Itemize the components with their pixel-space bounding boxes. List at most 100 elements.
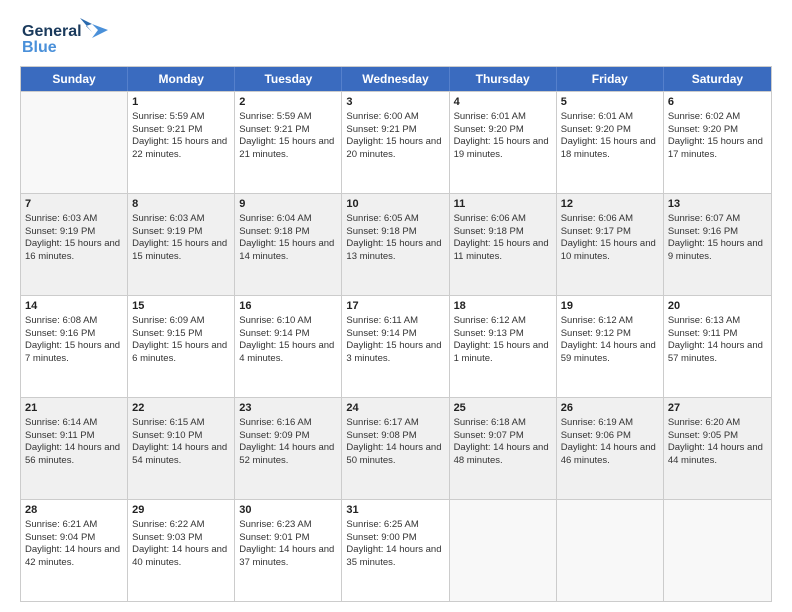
sunrise-text: Sunrise: 6:18 AM <box>454 417 552 430</box>
calendar-cell: 30Sunrise: 6:23 AMSunset: 9:01 PMDayligh… <box>235 500 342 601</box>
sunset-text: Sunset: 9:10 PM <box>132 430 230 443</box>
day-number: 31 <box>346 503 444 518</box>
sunset-text: Sunset: 9:01 PM <box>239 532 337 545</box>
daylight-text: Daylight: 14 hours and 46 minutes. <box>561 442 659 468</box>
sunset-text: Sunset: 9:18 PM <box>454 226 552 239</box>
daylight-text: Daylight: 14 hours and 52 minutes. <box>239 442 337 468</box>
calendar-week-row: 1Sunrise: 5:59 AMSunset: 9:21 PMDaylight… <box>21 91 771 193</box>
calendar-cell: 17Sunrise: 6:11 AMSunset: 9:14 PMDayligh… <box>342 296 449 397</box>
sunset-text: Sunset: 9:00 PM <box>346 532 444 545</box>
sunset-text: Sunset: 9:19 PM <box>132 226 230 239</box>
day-number: 30 <box>239 503 337 518</box>
day-number: 13 <box>668 197 767 212</box>
calendar-cell: 28Sunrise: 6:21 AMSunset: 9:04 PMDayligh… <box>21 500 128 601</box>
calendar-week-row: 21Sunrise: 6:14 AMSunset: 9:11 PMDayligh… <box>21 397 771 499</box>
sunrise-text: Sunrise: 6:04 AM <box>239 213 337 226</box>
day-number: 24 <box>346 401 444 416</box>
calendar-cell: 18Sunrise: 6:12 AMSunset: 9:13 PMDayligh… <box>450 296 557 397</box>
logo: General Blue <box>20 16 110 60</box>
sunrise-text: Sunrise: 6:21 AM <box>25 519 123 532</box>
calendar-cell: 15Sunrise: 6:09 AMSunset: 9:15 PMDayligh… <box>128 296 235 397</box>
day-number: 19 <box>561 299 659 314</box>
sunrise-text: Sunrise: 6:06 AM <box>561 213 659 226</box>
day-number: 9 <box>239 197 337 212</box>
daylight-text: Daylight: 14 hours and 50 minutes. <box>346 442 444 468</box>
sunset-text: Sunset: 9:21 PM <box>346 124 444 137</box>
sunrise-text: Sunrise: 6:17 AM <box>346 417 444 430</box>
sunset-text: Sunset: 9:04 PM <box>25 532 123 545</box>
day-number: 12 <box>561 197 659 212</box>
daylight-text: Daylight: 15 hours and 16 minutes. <box>25 238 123 264</box>
day-number: 27 <box>668 401 767 416</box>
sunrise-text: Sunrise: 6:05 AM <box>346 213 444 226</box>
sunrise-text: Sunrise: 6:13 AM <box>668 315 767 328</box>
sunrise-text: Sunrise: 6:00 AM <box>346 111 444 124</box>
calendar-cell: 12Sunrise: 6:06 AMSunset: 9:17 PMDayligh… <box>557 194 664 295</box>
daylight-text: Daylight: 15 hours and 10 minutes. <box>561 238 659 264</box>
calendar-cell <box>557 500 664 601</box>
calendar-cell: 5Sunrise: 6:01 AMSunset: 9:20 PMDaylight… <box>557 92 664 193</box>
daylight-text: Daylight: 14 hours and 37 minutes. <box>239 544 337 570</box>
calendar-cell: 29Sunrise: 6:22 AMSunset: 9:03 PMDayligh… <box>128 500 235 601</box>
calendar-cell: 1Sunrise: 5:59 AMSunset: 9:21 PMDaylight… <box>128 92 235 193</box>
daylight-text: Daylight: 14 hours and 40 minutes. <box>132 544 230 570</box>
day-number: 25 <box>454 401 552 416</box>
day-number: 11 <box>454 197 552 212</box>
day-number: 14 <box>25 299 123 314</box>
sunrise-text: Sunrise: 6:01 AM <box>454 111 552 124</box>
calendar-body: 1Sunrise: 5:59 AMSunset: 9:21 PMDaylight… <box>21 91 771 601</box>
sunrise-text: Sunrise: 6:03 AM <box>132 213 230 226</box>
sunrise-text: Sunrise: 5:59 AM <box>239 111 337 124</box>
sunset-text: Sunset: 9:08 PM <box>346 430 444 443</box>
sunrise-text: Sunrise: 6:23 AM <box>239 519 337 532</box>
day-number: 6 <box>668 95 767 110</box>
calendar-cell: 24Sunrise: 6:17 AMSunset: 9:08 PMDayligh… <box>342 398 449 499</box>
sunset-text: Sunset: 9:18 PM <box>346 226 444 239</box>
calendar-cell: 26Sunrise: 6:19 AMSunset: 9:06 PMDayligh… <box>557 398 664 499</box>
calendar-cell: 19Sunrise: 6:12 AMSunset: 9:12 PMDayligh… <box>557 296 664 397</box>
svg-text:Blue: Blue <box>22 39 57 56</box>
calendar-cell <box>664 500 771 601</box>
sunset-text: Sunset: 9:15 PM <box>132 328 230 341</box>
day-number: 3 <box>346 95 444 110</box>
daylight-text: Daylight: 15 hours and 19 minutes. <box>454 136 552 162</box>
calendar-cell: 14Sunrise: 6:08 AMSunset: 9:16 PMDayligh… <box>21 296 128 397</box>
day-number: 28 <box>25 503 123 518</box>
sunset-text: Sunset: 9:20 PM <box>454 124 552 137</box>
sunrise-text: Sunrise: 6:02 AM <box>668 111 767 124</box>
calendar: SundayMondayTuesdayWednesdayThursdayFrid… <box>20 66 772 602</box>
daylight-text: Daylight: 14 hours and 35 minutes. <box>346 544 444 570</box>
calendar-cell: 31Sunrise: 6:25 AMSunset: 9:00 PMDayligh… <box>342 500 449 601</box>
sunrise-text: Sunrise: 6:25 AM <box>346 519 444 532</box>
day-number: 17 <box>346 299 444 314</box>
sunset-text: Sunset: 9:03 PM <box>132 532 230 545</box>
daylight-text: Daylight: 15 hours and 21 minutes. <box>239 136 337 162</box>
sunrise-text: Sunrise: 6:20 AM <box>668 417 767 430</box>
calendar-cell: 3Sunrise: 6:00 AMSunset: 9:21 PMDaylight… <box>342 92 449 193</box>
weekday-header: Tuesday <box>235 67 342 91</box>
sunrise-text: Sunrise: 6:16 AM <box>239 417 337 430</box>
daylight-text: Daylight: 14 hours and 48 minutes. <box>454 442 552 468</box>
calendar-cell <box>21 92 128 193</box>
day-number: 7 <box>25 197 123 212</box>
calendar-cell: 2Sunrise: 5:59 AMSunset: 9:21 PMDaylight… <box>235 92 342 193</box>
sunrise-text: Sunrise: 6:22 AM <box>132 519 230 532</box>
sunset-text: Sunset: 9:11 PM <box>25 430 123 443</box>
day-number: 29 <box>132 503 230 518</box>
daylight-text: Daylight: 15 hours and 11 minutes. <box>454 238 552 264</box>
sunrise-text: Sunrise: 6:07 AM <box>668 213 767 226</box>
calendar-cell: 9Sunrise: 6:04 AMSunset: 9:18 PMDaylight… <box>235 194 342 295</box>
sunset-text: Sunset: 9:21 PM <box>239 124 337 137</box>
daylight-text: Daylight: 15 hours and 14 minutes. <box>239 238 337 264</box>
sunset-text: Sunset: 9:09 PM <box>239 430 337 443</box>
sunset-text: Sunset: 9:11 PM <box>668 328 767 341</box>
sunrise-text: Sunrise: 6:19 AM <box>561 417 659 430</box>
calendar-week-row: 14Sunrise: 6:08 AMSunset: 9:16 PMDayligh… <box>21 295 771 397</box>
sunset-text: Sunset: 9:12 PM <box>561 328 659 341</box>
calendar-cell: 20Sunrise: 6:13 AMSunset: 9:11 PMDayligh… <box>664 296 771 397</box>
sunrise-text: Sunrise: 6:12 AM <box>454 315 552 328</box>
sunrise-text: Sunrise: 6:10 AM <box>239 315 337 328</box>
daylight-text: Daylight: 15 hours and 3 minutes. <box>346 340 444 366</box>
day-number: 16 <box>239 299 337 314</box>
day-number: 2 <box>239 95 337 110</box>
